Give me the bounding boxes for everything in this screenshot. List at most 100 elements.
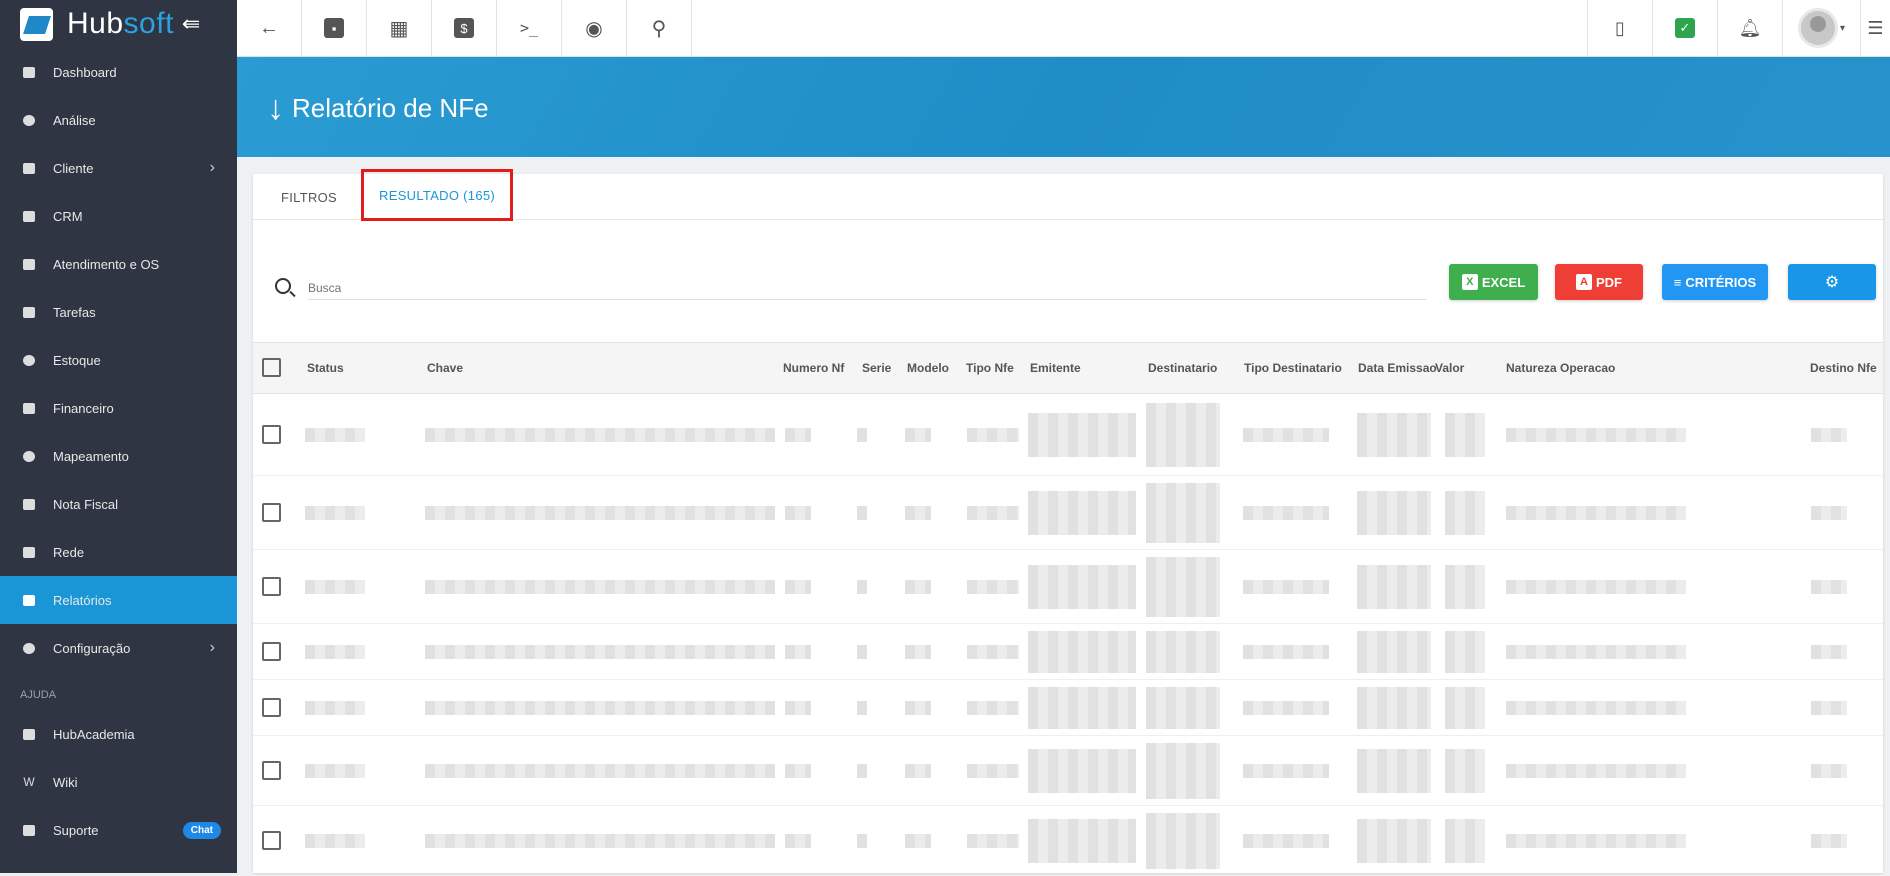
col-natureza-operacao[interactable]: Natureza Operacao: [1506, 361, 1615, 375]
col-destinatario[interactable]: Destinatario: [1148, 361, 1217, 375]
select-all-checkbox[interactable]: [262, 358, 281, 377]
tab-resultado[interactable]: RESULTADO (165): [361, 169, 514, 221]
redacted-cell: [1811, 764, 1847, 778]
sidebar-item-suporte[interactable]: Suporte Chat: [0, 806, 237, 854]
table-row[interactable]: [253, 394, 1883, 476]
col-emitente[interactable]: Emitente: [1030, 361, 1081, 375]
receipt-icon: [22, 497, 36, 511]
redacted-cell: [1146, 743, 1220, 799]
redacted-cell: [1146, 557, 1220, 617]
col-destino-nfe[interactable]: Destino Nfe: [1810, 361, 1877, 375]
tasks-check-button[interactable]: ✓: [1652, 0, 1717, 56]
sidebar-item-relatorios[interactable]: Relatórios: [0, 576, 237, 624]
user-menu-button[interactable]: ▾: [1782, 0, 1860, 56]
money-icon: [22, 401, 36, 415]
table-row[interactable]: [253, 624, 1883, 680]
table-row[interactable]: [253, 550, 1883, 624]
chat-icon: [22, 823, 36, 837]
redacted-cell: [1028, 413, 1136, 457]
dollar-icon: $: [454, 18, 474, 38]
tab-filtros[interactable]: FILTROS: [281, 174, 337, 220]
search-button[interactable]: ⚲: [627, 0, 692, 56]
col-serie[interactable]: Serie: [862, 361, 891, 375]
pdf-file-button[interactable]: ▯: [1587, 0, 1652, 56]
redacted-cell: [1357, 687, 1431, 729]
sidebar-item-configuracao[interactable]: Configuração ›: [0, 624, 237, 672]
redacted-cell: [905, 834, 931, 848]
redacted-cell: [785, 701, 811, 715]
sidebar-item-estoque[interactable]: Estoque: [0, 336, 237, 384]
sidebar-item-financeiro[interactable]: Financeiro: [0, 384, 237, 432]
pdf-button[interactable]: A PDF: [1555, 264, 1643, 300]
sidebar-item-dashboard[interactable]: Dashboard: [0, 48, 237, 96]
redacted-cell: [1357, 491, 1431, 535]
sidebar-item-wiki[interactable]: W Wiki: [0, 758, 237, 806]
sidebar-item-nota-fiscal[interactable]: Nota Fiscal: [0, 480, 237, 528]
redacted-cell: [785, 506, 811, 520]
sidebar-item-atendimento[interactable]: Atendimento e OS: [0, 240, 237, 288]
row-checkbox[interactable]: [262, 642, 281, 661]
redacted-cell: [857, 834, 867, 848]
col-tipo-nfe[interactable]: Tipo Nfe: [966, 361, 1014, 375]
sidebar-item-mapeamento[interactable]: Mapeamento: [0, 432, 237, 480]
redacted-cell: [1445, 565, 1485, 609]
col-modelo[interactable]: Modelo: [907, 361, 949, 375]
redacted-cell: [1146, 403, 1220, 467]
redacted-cell: [1445, 819, 1485, 863]
calendar-icon: [22, 305, 36, 319]
col-valor[interactable]: Valor: [1435, 361, 1464, 375]
row-checkbox[interactable]: [262, 425, 281, 444]
notifications-button[interactable]: 🔔︎: [1717, 0, 1782, 56]
col-data-emissao[interactable]: Data Emissao: [1358, 361, 1437, 375]
criterios-button[interactable]: ≡ CRITÉRIOS: [1662, 264, 1768, 300]
search-input[interactable]: [308, 276, 1426, 300]
col-chave[interactable]: Chave: [427, 361, 463, 375]
settings-button[interactable]: ⚙: [1788, 264, 1876, 300]
contacts-button[interactable]: ▪: [302, 0, 367, 56]
redacted-cell: [905, 764, 931, 778]
redacted-cell: [1028, 687, 1136, 729]
row-checkbox[interactable]: [262, 761, 281, 780]
row-checkbox[interactable]: [262, 831, 281, 850]
col-tipo-destinatario[interactable]: Tipo Destinatario: [1244, 361, 1342, 375]
sidebar-item-analise[interactable]: Análise: [0, 96, 237, 144]
row-checkbox[interactable]: [262, 698, 281, 717]
table-row[interactable]: [253, 736, 1883, 806]
logo[interactable]: Hubsoft ⇚: [0, 0, 237, 48]
redacted-cell: [1146, 687, 1220, 729]
sidebar-item-crm[interactable]: CRM: [0, 192, 237, 240]
redacted-cell: [785, 645, 811, 659]
collapse-sidebar-icon[interactable]: ⇚: [182, 11, 200, 37]
terminal-button[interactable]: >_: [497, 0, 562, 56]
sidebar-item-label: Estoque: [53, 352, 101, 368]
redacted-cell: [1811, 834, 1847, 848]
col-numero-nf[interactable]: Numero Nf: [783, 361, 844, 375]
sidebar-item-hubacademia[interactable]: HubAcademia: [0, 710, 237, 758]
back-button[interactable]: ←: [237, 0, 302, 56]
excel-button[interactable]: X EXCEL: [1449, 264, 1538, 300]
redacted-cell: [1243, 506, 1329, 520]
redacted-cell: [1028, 819, 1136, 863]
wiki-icon: W: [23, 775, 35, 789]
chat-badge[interactable]: Chat: [182, 821, 221, 839]
table-row[interactable]: [253, 476, 1883, 550]
sidebar-item-tarefas[interactable]: Tarefas: [0, 288, 237, 336]
row-checkbox[interactable]: [262, 503, 281, 522]
row-checkbox[interactable]: [262, 577, 281, 596]
view-button[interactable]: ◉: [562, 0, 627, 56]
table-row[interactable]: [253, 806, 1883, 876]
sidebar-item-cliente[interactable]: Cliente ›: [0, 144, 237, 192]
redacted-cell: [1506, 645, 1686, 659]
sidebar-item-rede[interactable]: Rede: [0, 528, 237, 576]
menu-list-button[interactable]: ☰: [1860, 0, 1890, 56]
redacted-cell: [1445, 749, 1485, 793]
redacted-cell: [905, 701, 931, 715]
redacted-cell: [305, 580, 365, 594]
redacted-cell: [1357, 749, 1431, 793]
col-status[interactable]: Status: [307, 361, 344, 375]
schedule-button[interactable]: ▦: [367, 0, 432, 56]
redacted-cell: [1357, 565, 1431, 609]
redacted-cell: [305, 764, 365, 778]
table-row[interactable]: [253, 680, 1883, 736]
finance-button[interactable]: $: [432, 0, 497, 56]
